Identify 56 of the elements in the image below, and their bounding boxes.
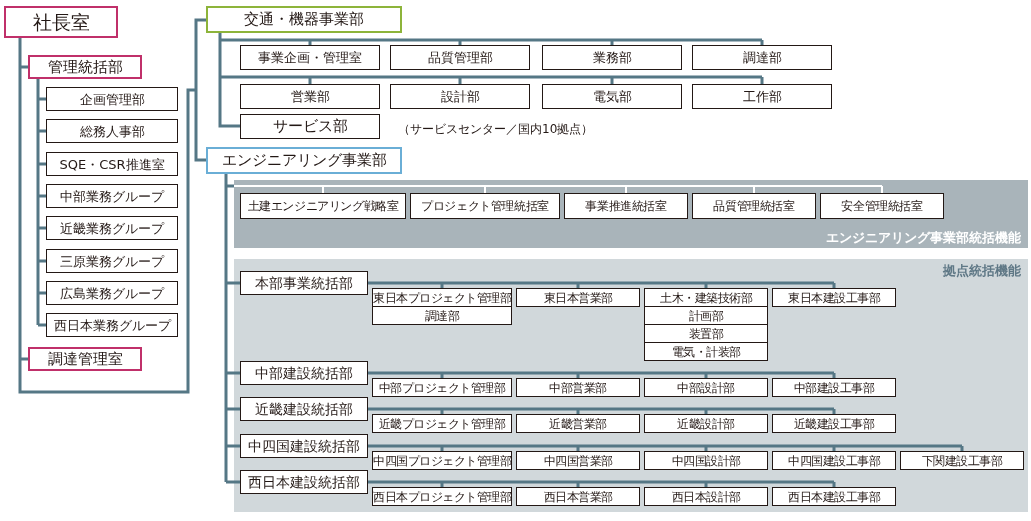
note-text: （サービスセンター／国内10拠点） — [398, 121, 594, 138]
org-box: 近畿建設統括部 — [240, 397, 368, 421]
org-box: 中部建設統括部 — [240, 361, 368, 385]
org-box: 安全管理統括室 — [820, 193, 944, 219]
org-box: 設計部 — [390, 84, 530, 109]
org-box: 中四国プロジェクト管理部 — [372, 451, 512, 470]
org-box: 総務人事部 — [46, 119, 178, 143]
org-box: 東日本営業部 — [516, 288, 640, 307]
org-box: 中四国設計部 — [644, 451, 768, 470]
org-box: サービス部 — [240, 114, 380, 139]
org-box: 電気・計装部 — [644, 342, 768, 361]
org-box: エンジニアリング事業部 — [206, 147, 402, 174]
org-box: 調達部 — [692, 45, 832, 70]
org-box: 近畿設計部 — [644, 414, 768, 433]
org-box: 中部営業部 — [516, 378, 640, 397]
org-box: 西日本営業部 — [516, 487, 640, 506]
org-box: 西日本建設工事部 — [772, 487, 896, 506]
org-box: 社長室 — [4, 6, 118, 38]
org-box: 営業部 — [240, 84, 380, 109]
org-box: 本部事業統括部 — [240, 271, 368, 295]
org-box: 近畿建設工事部 — [772, 414, 896, 433]
org-box: 西日本設計部 — [644, 487, 768, 506]
org-box: 中四国営業部 — [516, 451, 640, 470]
org-box: 管理統括部 — [28, 55, 142, 79]
org-box: 事業推進統括室 — [564, 193, 688, 219]
org-box: 中部建設工事部 — [772, 378, 896, 397]
org-box: 近畿営業部 — [516, 414, 640, 433]
org-box: 調達管理室 — [28, 347, 142, 371]
org-box: 事業企画・管理室 — [240, 45, 380, 70]
org-box: 西日本プロジェクト管理部 — [372, 487, 512, 506]
org-box: 中部業務グループ — [46, 184, 178, 208]
org-box: 中四国建設統括部 — [240, 434, 368, 458]
org-box: 西日本建設統括部 — [240, 470, 368, 494]
org-box: 中部設計部 — [644, 378, 768, 397]
org-box: 三原業務グループ — [46, 249, 178, 273]
org-box: 中四国建設工事部 — [772, 451, 896, 470]
org-box: 企画管理部 — [46, 87, 178, 111]
org-box: 近畿プロジェクト管理部 — [372, 414, 512, 433]
org-box: 中部プロジェクト管理部 — [372, 378, 512, 397]
org-box: 下関建設工事部 — [900, 451, 1024, 470]
org-box: 品質管理統括室 — [692, 193, 816, 219]
panel-caption: 拠点統括機能 — [943, 262, 1021, 280]
org-box: 工作部 — [692, 84, 832, 109]
org-box: 交通・機器事業部 — [206, 6, 402, 33]
org-box: 調達部 — [372, 306, 512, 325]
org-box: 品質管理部 — [390, 45, 530, 70]
org-box: 近畿業務グループ — [46, 216, 178, 240]
org-box: 電気部 — [542, 84, 682, 109]
panel-caption: エンジニアリング事業部統括機能 — [826, 229, 1021, 247]
org-box: SQE・CSR推進室 — [46, 152, 178, 176]
org-box: 広島業務グループ — [46, 281, 178, 305]
org-box: 東日本建設工事部 — [772, 288, 896, 307]
org-box: 業務部 — [542, 45, 682, 70]
org-box: 西日本業務グループ — [46, 313, 178, 337]
org-box: プロジェクト管理統括室 — [410, 193, 560, 219]
org-box: 土建エンジニアリング戦略室 — [240, 193, 406, 219]
